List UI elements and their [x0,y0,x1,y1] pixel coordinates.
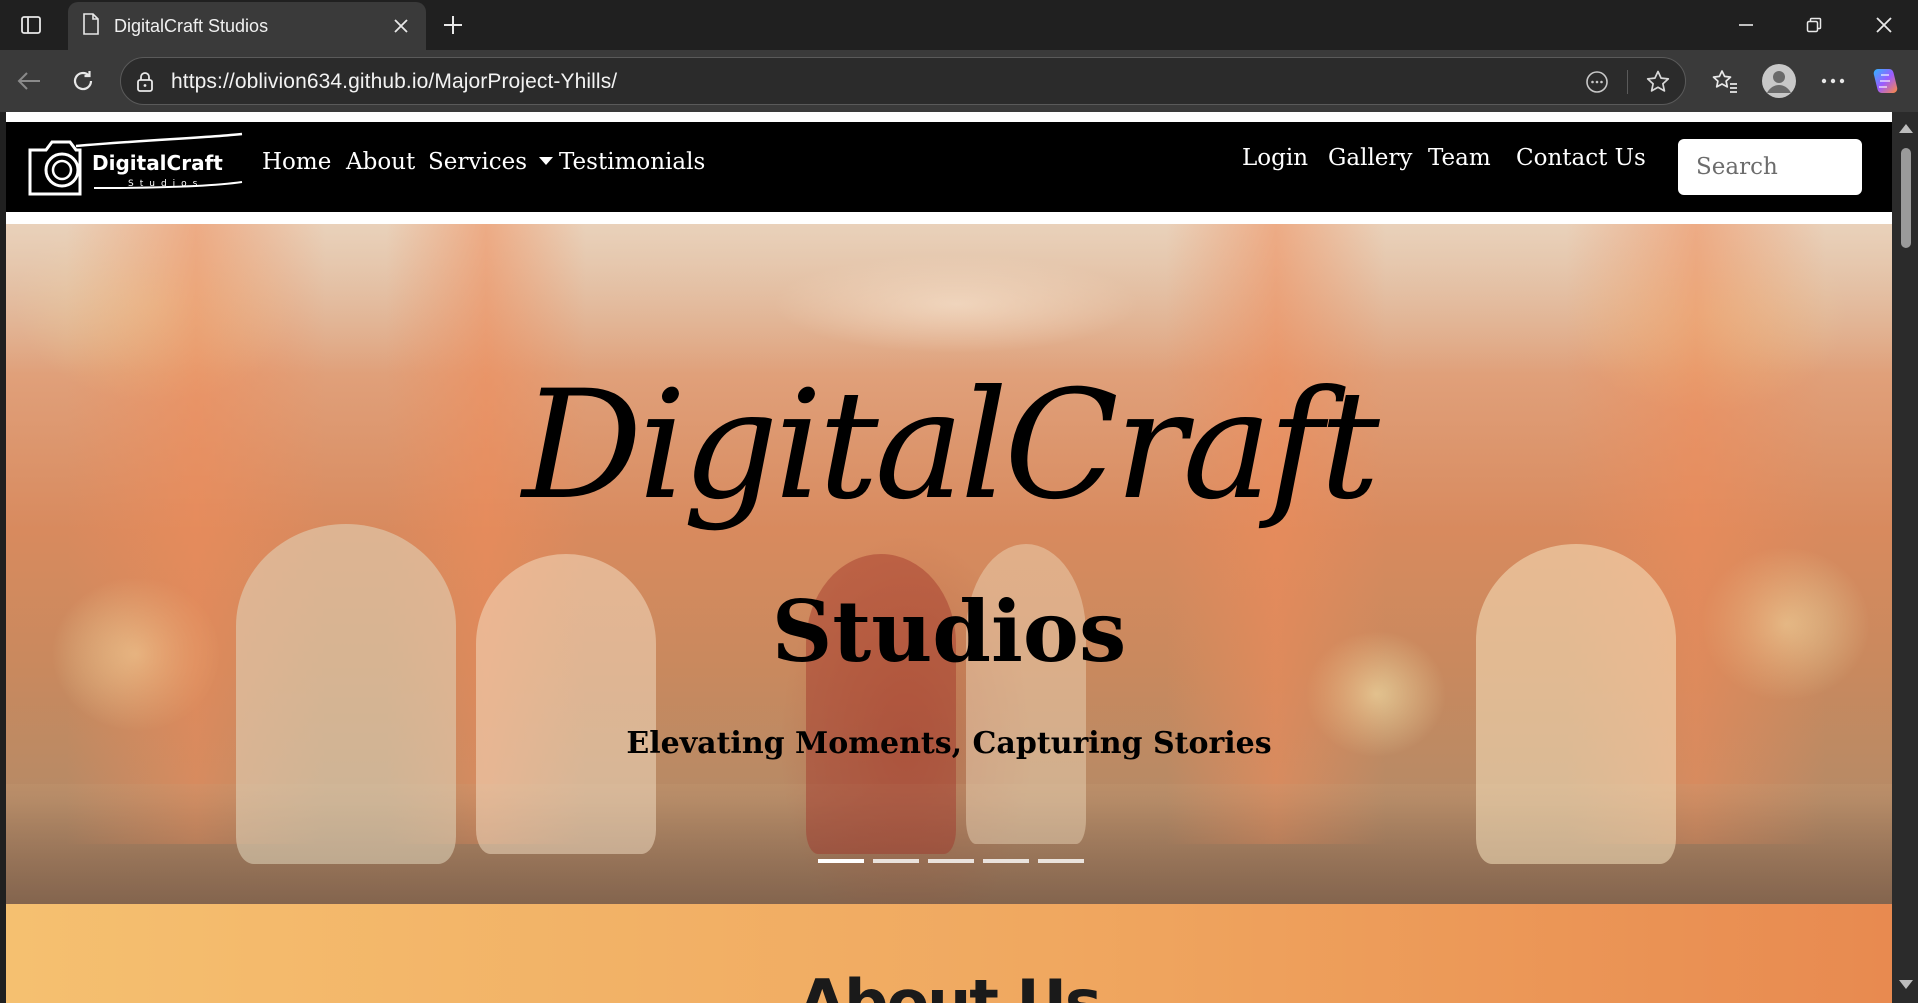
nav-services-dropdown[interactable]: Services [428,149,554,175]
nav-testimonials[interactable]: Testimonials [559,149,705,175]
browser-tab-bar: DigitalCraft Studios [0,0,1918,50]
profile-avatar-icon[interactable] [1760,62,1798,100]
close-window-icon[interactable] [1850,0,1918,50]
hero-tagline: Elevating Moments, Capturing Stories [626,726,1272,761]
new-tab-icon[interactable] [438,10,468,40]
nav-services-label: Services [428,149,528,175]
nav-team[interactable]: Team [1428,145,1491,171]
tab-title: DigitalCraft Studios [114,15,269,36]
nav-about[interactable]: About [346,149,415,175]
close-tab-icon[interactable] [390,15,412,37]
copilot-icon[interactable] [1868,64,1902,98]
browser-toolbar: https://oblivion634.github.io/MajorProje… [0,50,1918,112]
tab-actions-icon[interactable] [16,10,46,40]
nav-contact-us[interactable]: Contact Us [1516,145,1646,171]
nav-login[interactable]: Login [1242,145,1308,171]
site-navbar: DigitalCraft Studios Home About Services… [6,122,1892,212]
search-input[interactable] [1678,139,1862,195]
guest-figure-left [236,524,456,864]
about-section: About Us [6,904,1892,1003]
active-tab[interactable]: DigitalCraft Studios [68,2,426,50]
more-options-icon[interactable] [1583,68,1611,96]
logo-tagline-text: Studios [128,179,203,189]
hero-subtitle: Studios [771,582,1127,681]
scroll-down-icon[interactable] [1899,980,1913,989]
refresh-icon[interactable] [66,64,100,98]
page-viewport: DigitalCraft Studios Home About Services… [6,112,1892,1003]
scroll-up-icon[interactable] [1899,124,1913,133]
address-bar[interactable]: https://oblivion634.github.io/MajorProje… [120,57,1686,105]
nav-home[interactable]: Home [262,149,331,175]
hero-carousel: DigitalCraft Studios Elevating Moments, … [6,224,1892,904]
carousel-indicator-2[interactable] [873,859,919,863]
minimize-icon[interactable] [1712,0,1780,50]
carousel-indicator-4[interactable] [983,859,1029,863]
restore-icon[interactable] [1780,0,1848,50]
back-icon[interactable] [12,64,46,98]
site-logo[interactable]: DigitalCraft Studios [24,130,254,202]
address-divider [1627,70,1628,94]
lock-icon[interactable] [131,68,159,96]
hero-title: DigitalCraft [522,359,1380,533]
carousel-indicator-3[interactable] [928,859,974,863]
nav-gallery[interactable]: Gallery [1328,145,1412,171]
scroll-thumb[interactable] [1901,148,1911,248]
chevron-down-icon [539,157,554,165]
page-icon [82,12,100,40]
about-title: About Us [798,966,1102,1003]
favorites-icon[interactable] [1708,64,1742,98]
page-scrollbar[interactable] [1892,112,1918,1003]
carousel-indicator-5[interactable] [1038,859,1084,863]
settings-menu-icon[interactable] [1816,64,1850,98]
carousel-indicators [818,859,1084,863]
favorite-star-icon[interactable] [1644,68,1672,96]
logo-brand-text: DigitalCraft [92,151,223,175]
carousel-indicator-1[interactable] [818,859,864,863]
url-text: https://oblivion634.github.io/MajorProje… [171,70,618,93]
